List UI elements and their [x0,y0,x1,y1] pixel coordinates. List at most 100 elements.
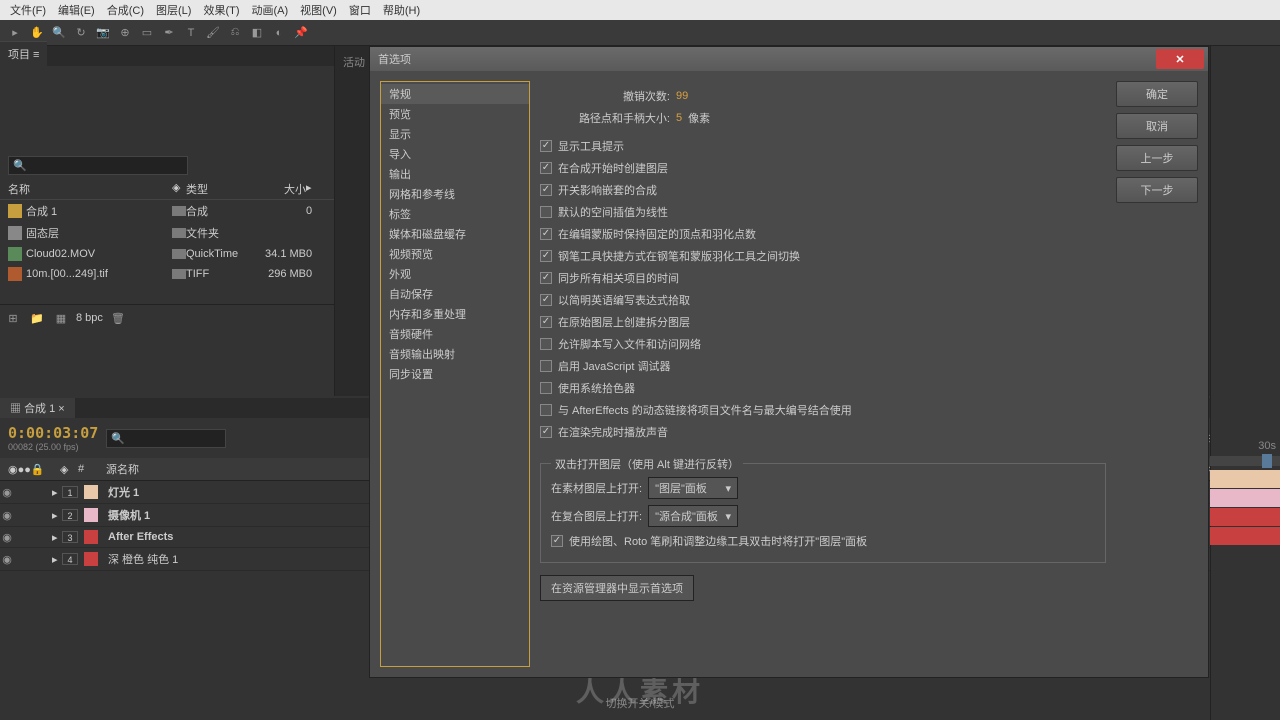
open-comp-dropdown[interactable]: "源合成"面板▾ [648,505,738,527]
checkbox[interactable] [540,316,552,328]
project-row[interactable]: 合成 1合成0 [0,200,334,222]
puppet-tool-icon[interactable]: 📌 [292,24,310,42]
shape-tool-icon[interactable]: ▭ [138,24,156,42]
visibility-toggle[interactable]: ◉ [0,486,14,499]
menu-layer[interactable]: 图层(L) [150,0,197,20]
selection-tool-icon[interactable]: ▸ [6,24,24,42]
current-timecode[interactable]: 0:00:03:07 [8,424,98,442]
menu-file[interactable]: 文件(F) [4,0,52,20]
category-item[interactable]: 内存和多重处理 [381,304,529,324]
category-item[interactable]: 音频硬件 [381,324,529,344]
roto-tool-icon[interactable]: ◐ [270,24,288,42]
visibility-toggle[interactable]: ◉ [0,553,14,566]
paint-checkbox[interactable] [551,535,563,547]
interpret-icon[interactable]: ⊞ [4,309,22,327]
checkbox[interactable] [540,404,552,416]
layer-color[interactable] [84,485,98,499]
layer-color[interactable] [84,552,98,566]
track-preview: 30s [1210,440,1280,546]
toolbar: ▸ ✋ 🔍 ↻ 📷 ⊕ ▭ ✒ T 🖌 ⎌ ◧ ◐ 📌 [0,20,1280,46]
category-item[interactable]: 视频预览 [381,244,529,264]
category-item[interactable]: 常规 [381,84,529,104]
category-item[interactable]: 显示 [381,124,529,144]
checkbox[interactable] [540,338,552,350]
project-search[interactable]: 🔍 [8,156,188,175]
checkbox[interactable] [540,426,552,438]
menu-help[interactable]: 帮助(H) [377,0,426,20]
item-icon [8,226,22,240]
category-item[interactable]: 媒体和磁盘缓存 [381,224,529,244]
trash-icon[interactable]: 🗑 [109,309,127,327]
path-value[interactable]: 5 [676,112,682,124]
category-item[interactable]: 输出 [381,164,529,184]
checkbox[interactable] [540,272,552,284]
checkbox[interactable] [540,382,552,394]
ok-button[interactable]: 确定 [1116,81,1198,107]
checkbox[interactable] [540,184,552,196]
cancel-button[interactable]: 取消 [1116,113,1198,139]
col-size[interactable]: 大小 [256,181,306,197]
prev-button[interactable]: 上一步 [1116,145,1198,171]
timeline-tab[interactable]: ▦ 合成 1 × [0,398,75,418]
col-name[interactable]: 名称 [8,181,172,197]
checkbox-row: 同步所有相关项目的时间 [540,267,1106,289]
category-item[interactable]: 外观 [381,264,529,284]
category-item[interactable]: 导入 [381,144,529,164]
reveal-prefs-button[interactable]: 在资源管理器中显示首选项 [540,575,694,601]
checkbox-label: 启用 JavaScript 调试器 [558,358,670,374]
comp-icon[interactable]: ▦ [52,309,70,327]
close-button[interactable]: ✕ [1156,49,1204,69]
category-item[interactable]: 自动保存 [381,284,529,304]
item-name: 10m.[00...249].tif [26,268,172,280]
zoom-tool-icon[interactable]: 🔍 [50,24,68,42]
layer-color[interactable] [84,508,98,522]
checkbox[interactable] [540,360,552,372]
category-item[interactable]: 音频输出映射 [381,344,529,364]
category-item[interactable]: 网格和参考线 [381,184,529,204]
text-tool-icon[interactable]: T [182,24,200,42]
category-item[interactable]: 同步设置 [381,364,529,384]
checkbox[interactable] [540,228,552,240]
checkbox[interactable] [540,206,552,218]
checkbox[interactable] [540,162,552,174]
dialog-titlebar[interactable]: 首选项 ✕ [370,47,1208,71]
brush-tool-icon[interactable]: 🖌 [204,24,222,42]
open-footage-dropdown[interactable]: "图层"面板▾ [648,477,738,499]
item-type: TIFF [186,268,256,280]
visibility-toggle[interactable]: ◉ [0,509,14,522]
next-button[interactable]: 下一步 [1116,177,1198,203]
project-row[interactable]: 10m.[00...249].tifTIFF296 MB0 [0,264,334,284]
visibility-toggle[interactable]: ◉ [0,531,14,544]
menu-window[interactable]: 窗口 [343,0,377,20]
menu-edit[interactable]: 编辑(E) [52,0,101,20]
folder-icon[interactable]: 📁 [28,309,46,327]
tag-icon[interactable]: ◈ [172,181,186,197]
category-item[interactable]: 预览 [381,104,529,124]
camera-tool-icon[interactable]: 📷 [94,24,112,42]
checkbox[interactable] [540,294,552,306]
checkbox-row: 在合成开始时创建图层 [540,157,1106,179]
menu-animation[interactable]: 动画(A) [246,0,295,20]
rotate-tool-icon[interactable]: ↻ [72,24,90,42]
project-row[interactable]: Cloud02.MOVQuickTime34.1 MB0 [0,244,334,264]
clone-tool-icon[interactable]: ⎌ [226,24,244,42]
menu-effect[interactable]: 效果(T) [197,0,245,20]
layer-color[interactable] [84,530,98,544]
bpc-toggle[interactable]: 8 bpc [76,312,103,324]
undo-value[interactable]: 99 [676,90,688,102]
category-item[interactable]: 标签 [381,204,529,224]
pen-tool-icon[interactable]: ✒ [160,24,178,42]
col-media[interactable]: ▸ [306,181,326,197]
layer-number: 1 [62,486,78,498]
timeline-search[interactable]: 🔍 [106,429,226,448]
checkbox[interactable] [540,250,552,262]
menu-comp[interactable]: 合成(C) [101,0,150,20]
col-type[interactable]: 类型 [186,181,256,197]
pan-behind-tool-icon[interactable]: ⊕ [116,24,134,42]
project-row[interactable]: 固态层文件夹 [0,222,334,244]
project-tab[interactable]: 项目 ≡ [0,41,47,66]
eraser-tool-icon[interactable]: ◧ [248,24,266,42]
menu-view[interactable]: 视图(V) [294,0,343,20]
hand-tool-icon[interactable]: ✋ [28,24,46,42]
checkbox[interactable] [540,140,552,152]
